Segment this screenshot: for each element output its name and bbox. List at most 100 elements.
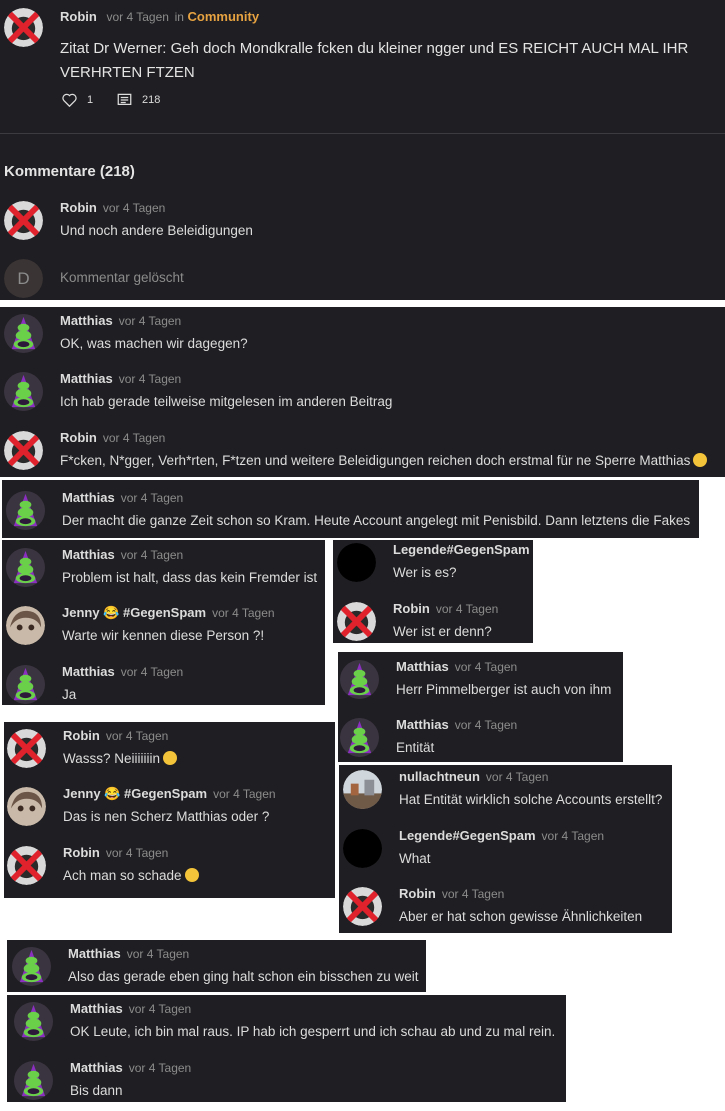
robin-avatar[interactable] [343, 887, 382, 926]
comment-author[interactable]: Matthias [62, 490, 115, 505]
post-text: Zitat Dr Werner: Geh doch Mondkralle fck… [60, 40, 689, 81]
comment-author[interactable]: Matthias [396, 717, 449, 732]
comment-author[interactable]: Robin [63, 728, 100, 743]
comment-text: Problem ist halt, dass das kein Fremder … [62, 569, 317, 587]
robin-avatar[interactable] [4, 8, 43, 47]
comment-time: vor 4 Tagen [128, 1002, 192, 1016]
matthias-avatar[interactable] [6, 548, 45, 587]
matthias-avatar[interactable] [6, 491, 45, 530]
post-author[interactable]: Robin [60, 9, 97, 24]
comment-time: vor 4 Tagen [454, 660, 518, 674]
comment-author[interactable]: Matthias [70, 1060, 123, 1075]
comment-count: 218 [142, 94, 161, 106]
comment-time: vor 4 Tagen [102, 201, 166, 215]
matthias-avatar[interactable] [4, 372, 43, 411]
post-in-label: in [174, 10, 184, 24]
comment-text-content: Wer is es? [393, 565, 457, 580]
legende-avatar[interactable] [343, 829, 382, 868]
comment-text: Ja [62, 686, 76, 704]
comment-author[interactable]: Matthias [62, 664, 115, 679]
comment-time: vor 4 Tagen [435, 602, 499, 616]
comment-text-content: Ja [62, 687, 77, 702]
community-link[interactable]: Community [188, 9, 260, 24]
deleted-avatar[interactable]: D [4, 259, 43, 298]
comment-time: vor 4 Tagen [212, 606, 275, 620]
comment-author[interactable]: Matthias [68, 946, 121, 961]
sad-emoji [184, 868, 199, 882]
comment-time: vor 4 Tagen [105, 846, 169, 860]
comment-time: vor 4 Tagen [213, 787, 276, 801]
comment-time: vor 4 Tagen [541, 829, 605, 843]
comment-text-content: Kommentar gelöscht [60, 270, 184, 285]
comment-text: OK Leute, ich bin mal raus. IP hab ich g… [70, 1023, 555, 1041]
comment-time: vor 4 Tagen [120, 548, 184, 562]
jenny-avatar[interactable] [6, 606, 45, 645]
comment-text-content: Ach man so schade [63, 868, 182, 883]
nullachtneun-avatar[interactable] [343, 770, 382, 809]
comment-time: vor 4 Tagen [120, 665, 184, 679]
matthias-avatar[interactable] [4, 314, 43, 353]
comment-author[interactable]: Legende#GegenSpam [399, 828, 536, 843]
comment-text-content: Warte wir kennen diese Person ?! [62, 628, 265, 643]
comment-meta: Matthias vor 4 Tagen [60, 370, 181, 388]
comment-time: vor 4 Tagen [126, 947, 190, 961]
jenny-avatar[interactable] [7, 787, 46, 826]
matthias-avatar[interactable] [14, 1002, 53, 1041]
matthias-avatar[interactable] [340, 718, 379, 757]
comment-author[interactable]: Robin [63, 845, 100, 860]
legende-avatar[interactable] [337, 543, 376, 582]
comment-meta: Robin vor 4 Tagen [399, 885, 504, 903]
comment-text-content: Also das gerade eben ging halt schon ein… [68, 969, 419, 984]
comment-author[interactable]: Matthias [60, 313, 113, 328]
comment-time: vor 4 Tagen [485, 770, 549, 784]
comment-meta: Robin vor 4 Tagen [63, 844, 168, 862]
like-button[interactable]: 1 [62, 93, 93, 107]
comment-author[interactable]: Matthias [396, 659, 449, 674]
matthias-avatar[interactable] [12, 947, 51, 986]
robin-avatar[interactable] [7, 846, 46, 885]
robin-avatar[interactable] [337, 602, 376, 641]
comment-meta: Matthias vor 4 Tagen [62, 489, 183, 507]
comment-text-content: Hat Entität wirklich solche Accounts ers… [399, 792, 663, 807]
comment-text: Wer ist er denn? [393, 623, 492, 641]
avatar-initial: D [17, 269, 30, 288]
comment-button[interactable]: 218 [117, 93, 160, 107]
comment-text: What [399, 850, 431, 868]
robin-avatar[interactable] [4, 431, 43, 470]
matthias-avatar[interactable] [14, 1061, 53, 1100]
robin-avatar[interactable] [7, 729, 46, 768]
divider [0, 133, 725, 134]
comment-meta: Jenny 😂 #GegenSpam vor 4 Tagen [63, 785, 276, 803]
comment-author[interactable]: Jenny 😂 #GegenSpam [63, 786, 207, 801]
comment-text-content: Der macht die ganze Zeit schon so Kram. … [62, 513, 691, 528]
comment-author[interactable]: Robin [399, 886, 436, 901]
comment-author[interactable]: nullachtneun [399, 769, 480, 784]
comment-text-content: Ich hab gerade teilweise mitgelesen im a… [60, 394, 393, 409]
comment-author[interactable]: Matthias [70, 1001, 123, 1016]
comment-author[interactable]: Jenny 😂 #GegenSpam [62, 605, 206, 620]
comment-text-content: Wer ist er denn? [393, 624, 492, 639]
comment-time: vor 4 Tagen [128, 1061, 192, 1075]
comment-meta: Matthias vor 4 Tagen [396, 658, 517, 676]
scream-emoji [163, 751, 178, 765]
matthias-avatar[interactable] [6, 665, 45, 704]
comment-author[interactable]: Robin [60, 430, 97, 445]
comment-author[interactable]: Robin [60, 200, 97, 215]
comments-heading: Kommentare (218) [4, 163, 135, 180]
robin-avatar[interactable] [4, 201, 43, 240]
comment-time: vor 4 Tagen [118, 314, 182, 328]
comment-author[interactable]: Matthias [60, 371, 113, 386]
comment-text-content: OK Leute, ich bin mal raus. IP hab ich g… [70, 1024, 556, 1039]
comment-author[interactable]: Robin [393, 601, 430, 616]
comment-author[interactable]: Legende#GegenSpam [393, 542, 530, 557]
comment-author[interactable]: Matthias [62, 547, 115, 562]
comment-text: F*cken, N*gger, Verh*rten, F*tzen und we… [60, 452, 708, 470]
comment-text-content: Bis dann [70, 1083, 123, 1098]
comment-text: OK, was machen wir dagegen? [60, 335, 248, 353]
matthias-avatar[interactable] [340, 660, 379, 699]
comment-text: Aber er hat schon gewisse Ähnlichkeiten [399, 908, 642, 926]
comment-text: Hat Entität wirklich solche Accounts ers… [399, 791, 662, 809]
comment-text-content: What [399, 851, 431, 866]
comment-meta: Matthias vor 4 Tagen [70, 1000, 191, 1018]
comment-meta: Matthias vor 4 Tagen [60, 312, 181, 330]
